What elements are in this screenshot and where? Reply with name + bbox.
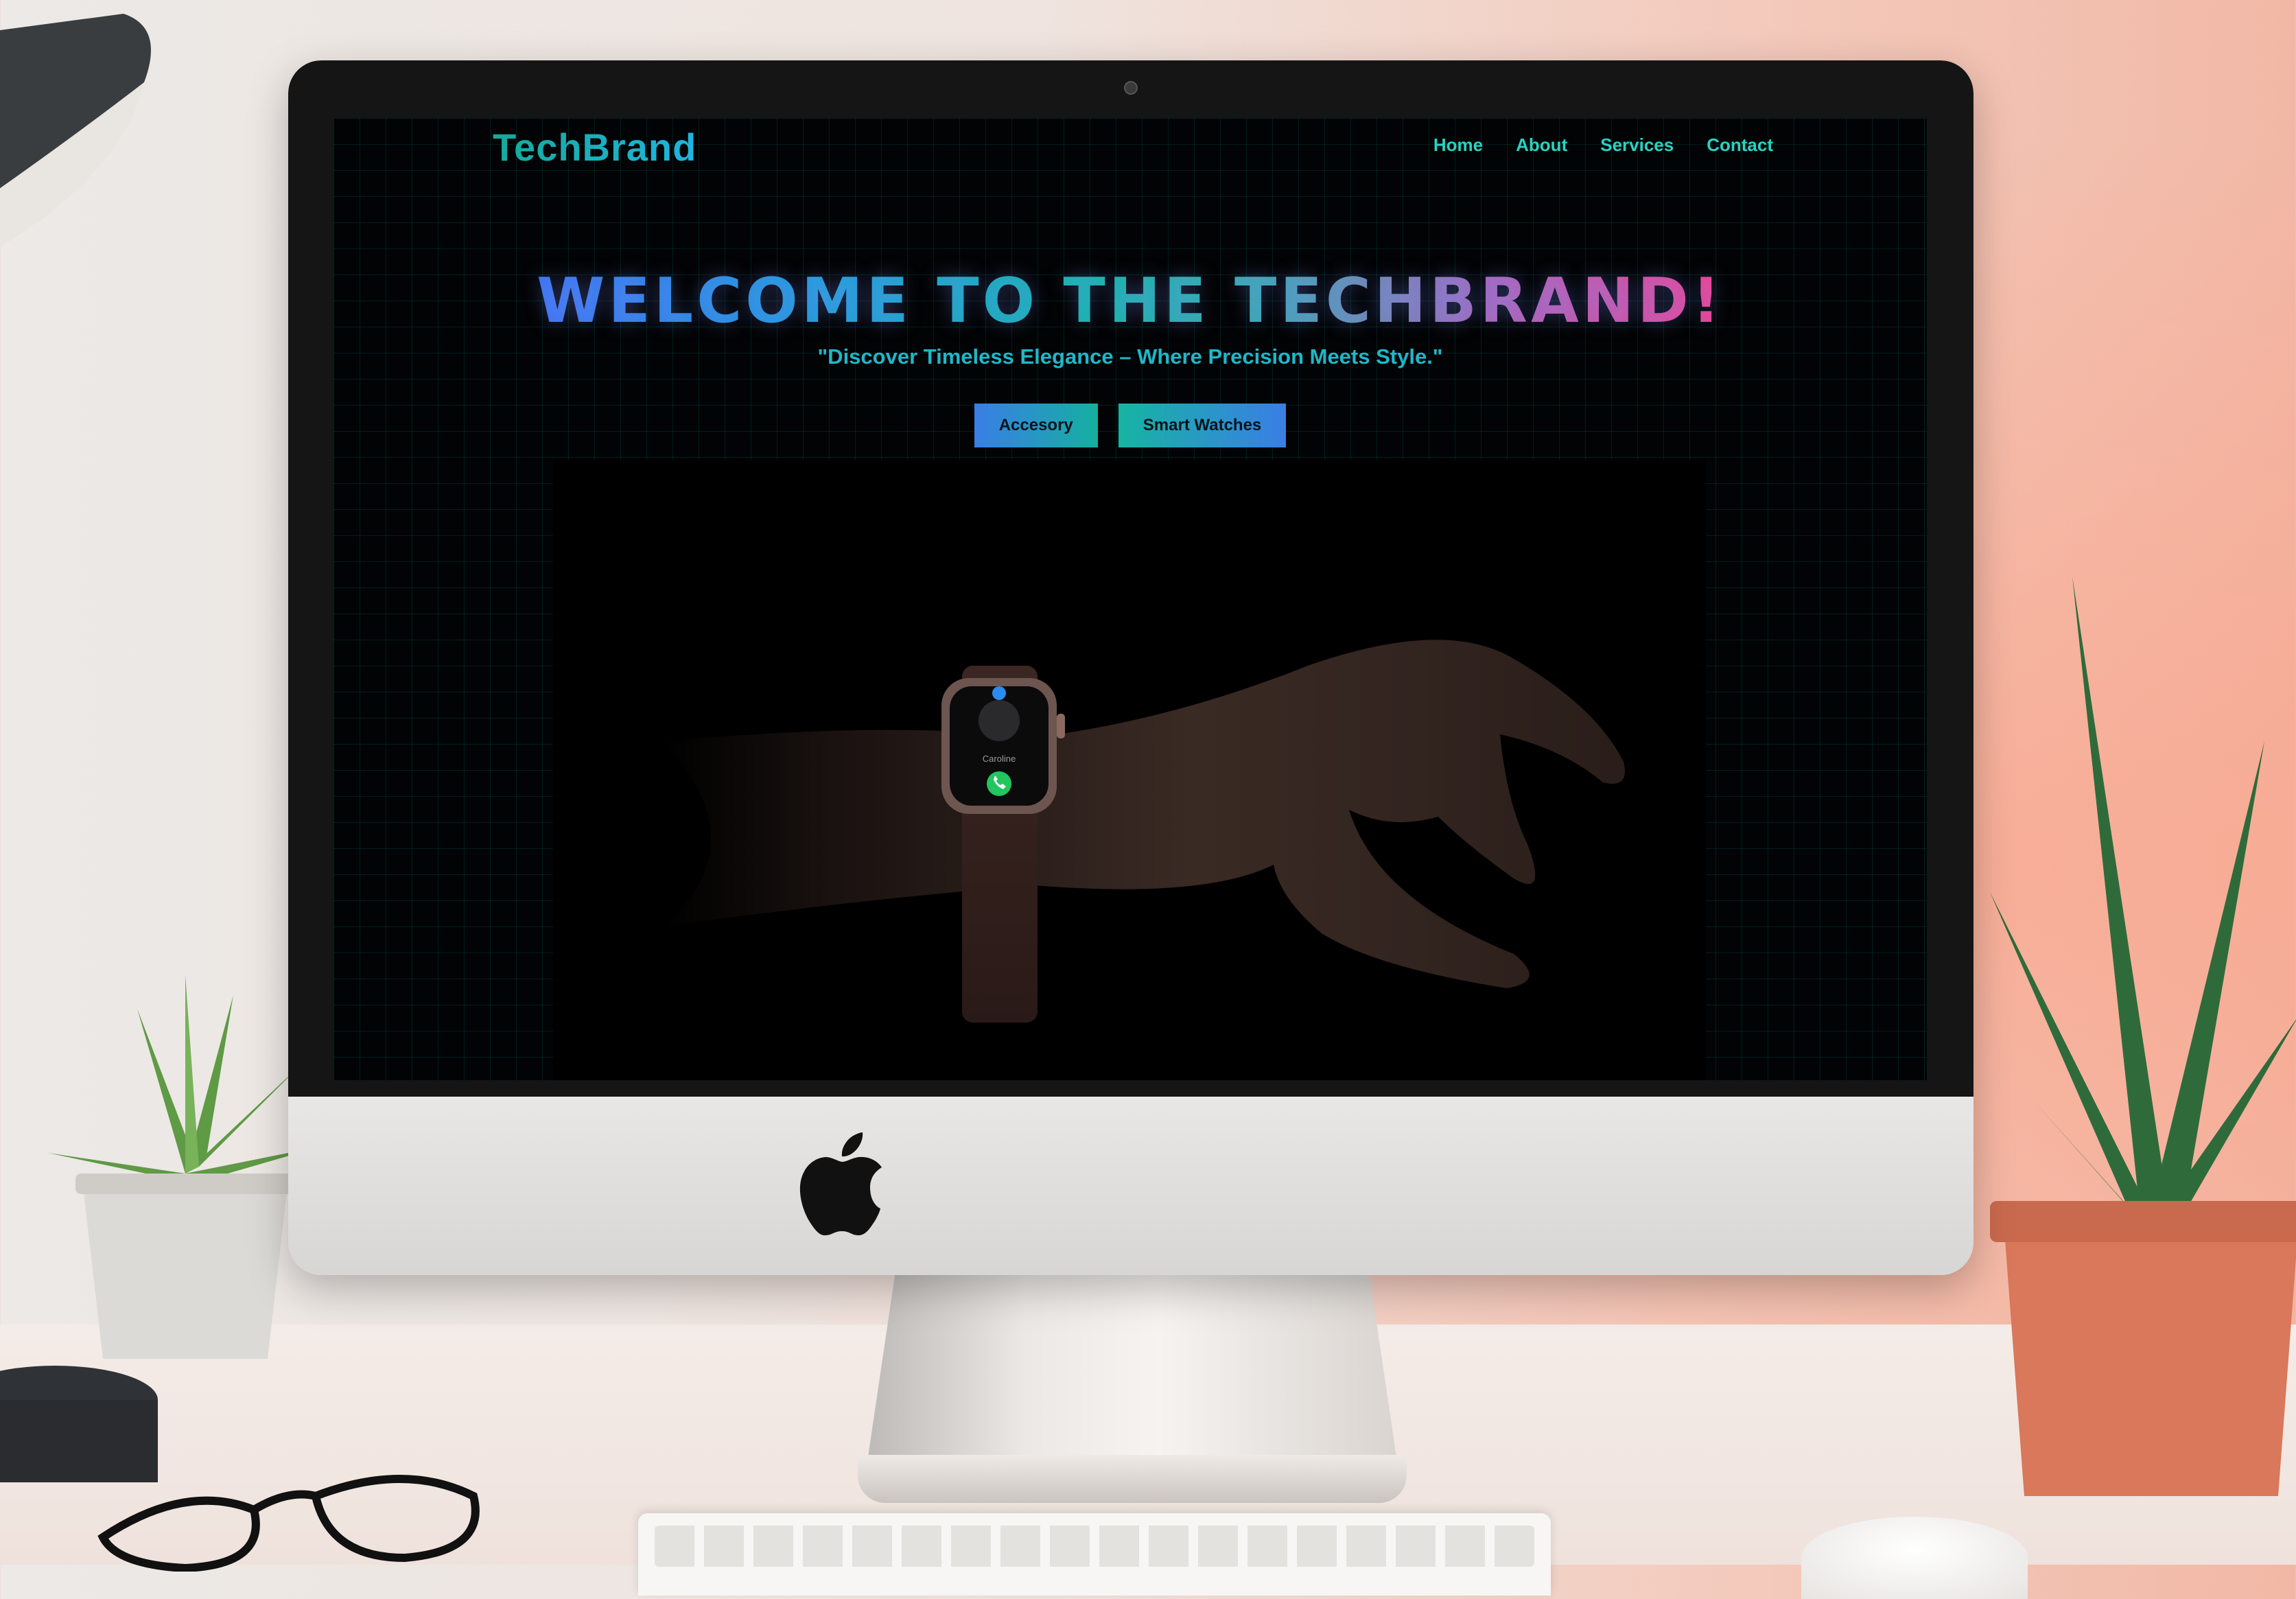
eyeglasses-icon xyxy=(97,1475,480,1572)
top-navigation: TechBrand Home About Services Contact xyxy=(333,118,1927,200)
mouse xyxy=(1801,1517,2028,1599)
hero-image-wrist-watch: Caroline xyxy=(553,460,1706,1080)
desk-lamp-icon xyxy=(0,14,151,247)
screen-bezel: TechBrand Home About Services Contact WE… xyxy=(288,60,1973,1097)
brand-logo[interactable]: TechBrand xyxy=(493,125,696,170)
website-viewport: TechBrand Home About Services Contact WE… xyxy=(333,118,1927,1080)
nav-link-contact[interactable]: Contact xyxy=(1707,135,1773,156)
webcam-icon xyxy=(1124,81,1138,95)
accessory-button[interactable]: Accesory xyxy=(974,404,1098,447)
nav-link-services[interactable]: Services xyxy=(1600,135,1674,156)
snake-plant-icon xyxy=(1990,576,2296,1496)
imac-chin xyxy=(288,1097,1973,1275)
succulent-plant-icon xyxy=(48,974,323,1359)
watch-caller-name: Caroline xyxy=(983,754,1016,764)
smart-watches-button[interactable]: Smart Watches xyxy=(1118,404,1287,447)
watch-on-wrist-illustration: Caroline xyxy=(663,640,1625,1023)
nav-link-about[interactable]: About xyxy=(1516,135,1567,156)
nav-link-home[interactable]: Home xyxy=(1433,135,1483,156)
imac-stand-base xyxy=(858,1455,1407,1503)
keyboard xyxy=(638,1513,1551,1596)
hero-tagline: "Discover Timeless Elegance – Where Prec… xyxy=(817,345,1443,369)
hero-title: WELCOME TO THE TECHBRAND! xyxy=(333,265,1927,337)
nav-menu: Home About Services Contact xyxy=(1433,135,1773,156)
imac-monitor: TechBrand Home About Services Contact WE… xyxy=(288,60,1973,1275)
hero-buttons: Accesory Smart Watches xyxy=(333,404,1927,447)
hero-title-text: WELCOME TO THE TECHBRAND! xyxy=(537,265,1724,337)
phone-answer-icon xyxy=(987,771,1011,796)
apple-logo-icon xyxy=(799,1132,882,1236)
